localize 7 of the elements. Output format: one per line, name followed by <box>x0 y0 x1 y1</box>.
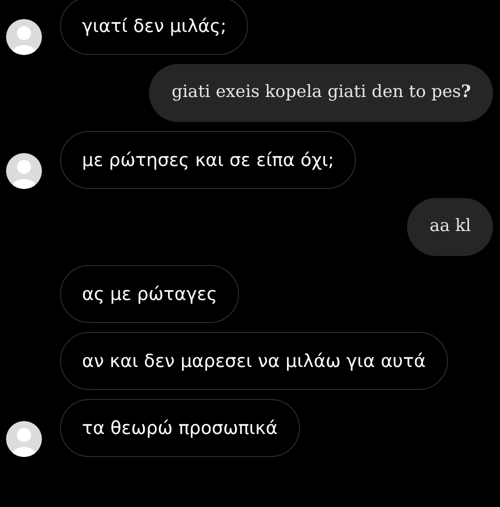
received-message-bubble: με ρώτησες και σε είπα όχι; <box>60 131 356 189</box>
received-message-bubble: τα θεωρώ προσωπικά <box>60 399 300 457</box>
sent-message-bubble: giati exeis kopela giati den to pes? <box>148 64 493 122</box>
sent-message-bubble: aa kl <box>406 198 493 256</box>
received-message-bubble: γιατί δεν μιλάς; <box>60 0 248 55</box>
received-message-bubble: ας με ρώταγες <box>60 265 240 323</box>
received-message-bubble: αν και δεν μαρεσει να μιλάω για αυτά <box>60 332 448 390</box>
